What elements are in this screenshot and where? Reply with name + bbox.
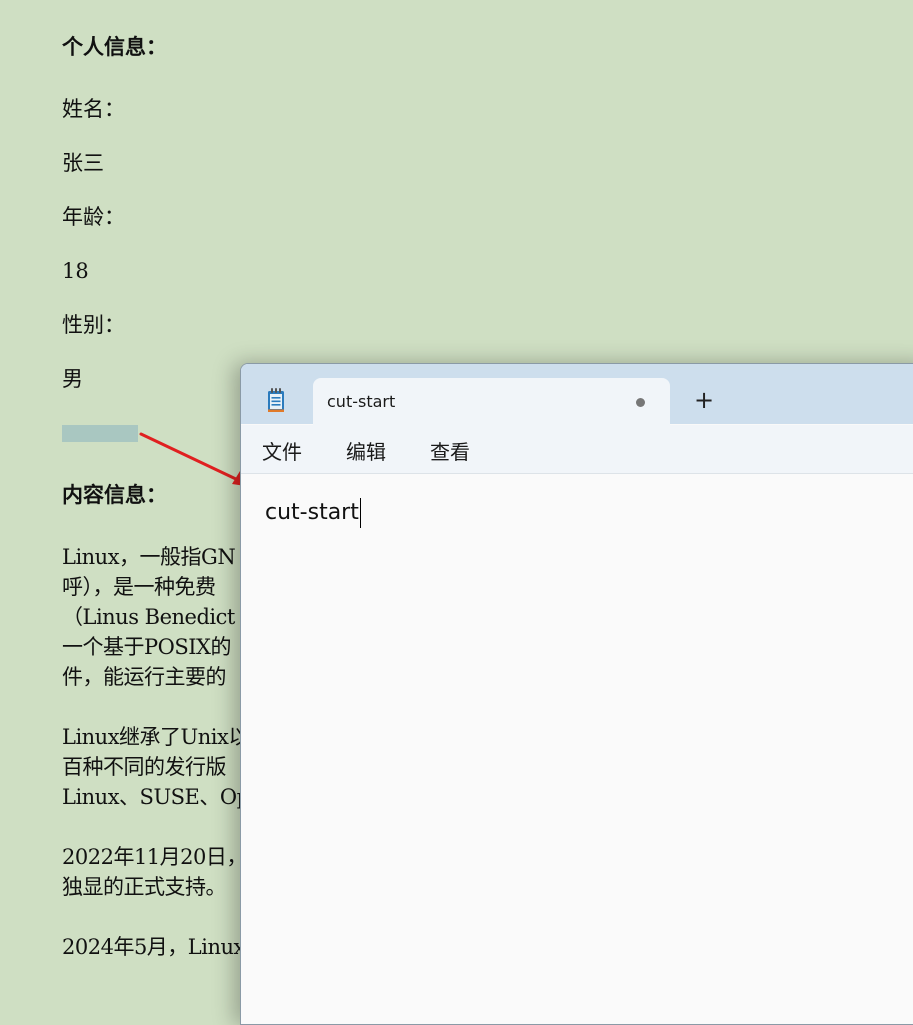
paragraph-line: Linux、SUSE、Op (62, 785, 250, 809)
paragraph-2: Linux继承了Unix以 百种不同的发行版 Linux、SUSE、Op (62, 722, 250, 812)
menu-view[interactable]: 查看 (430, 436, 470, 465)
name-value: 张三 (62, 151, 104, 175)
paragraph-line: Linux继承了Unix以 (62, 725, 249, 749)
title-bar: cut-start + (241, 364, 913, 425)
name-label: 姓名： (62, 97, 125, 121)
paragraph-line: Linux，一般指GN (62, 545, 236, 569)
paragraph-line: 呼），是一种免费 (62, 575, 216, 599)
paragraph-line: 2024年5月，Linux (62, 935, 245, 959)
age-value: 18 (62, 259, 89, 283)
notepad-window: cut-start + 文件 编辑 查看 cut-start (240, 363, 913, 1025)
content-info-heading: 内容信息： (62, 482, 167, 507)
paragraph-4: 2024年5月，Linux (62, 932, 245, 962)
gender-value: 男 (62, 367, 83, 391)
gender-label: 性别： (62, 313, 125, 337)
paragraph-line: 2022年11月20日， (62, 845, 247, 869)
new-tab-button[interactable]: + (694, 386, 714, 414)
age-label: 年龄： (62, 205, 125, 229)
menu-bar: 文件 编辑 查看 (241, 425, 913, 474)
unsaved-dot-icon[interactable] (636, 398, 645, 407)
notepad-icon (268, 388, 284, 412)
menu-edit[interactable]: 编辑 (346, 436, 386, 465)
paragraph-line: 件，能运行主要的 (62, 665, 227, 689)
text-editor[interactable]: cut-start (241, 474, 913, 1024)
paragraph-1: Linux，一般指GN 呼），是一种免费 （Linus Benedict To … (62, 542, 266, 692)
tab-title: cut-start (327, 392, 396, 411)
personal-info-heading: 个人信息： (62, 34, 167, 59)
paragraph-line: 一个基于POSIX的 (62, 635, 231, 659)
tab-cut-start[interactable]: cut-start (313, 378, 670, 425)
paragraph-line: 百种不同的发行版 (62, 755, 226, 779)
menu-file[interactable]: 文件 (262, 436, 302, 465)
paragraph-line: （Linus Benedict To (62, 605, 266, 629)
editor-content[interactable]: cut-start (265, 498, 361, 528)
paragraph-line: 独显的正式支持。 (62, 875, 226, 899)
paragraph-3: 2022年11月20日， 独显的正式支持。 (62, 842, 247, 902)
selection-highlight (62, 425, 138, 442)
